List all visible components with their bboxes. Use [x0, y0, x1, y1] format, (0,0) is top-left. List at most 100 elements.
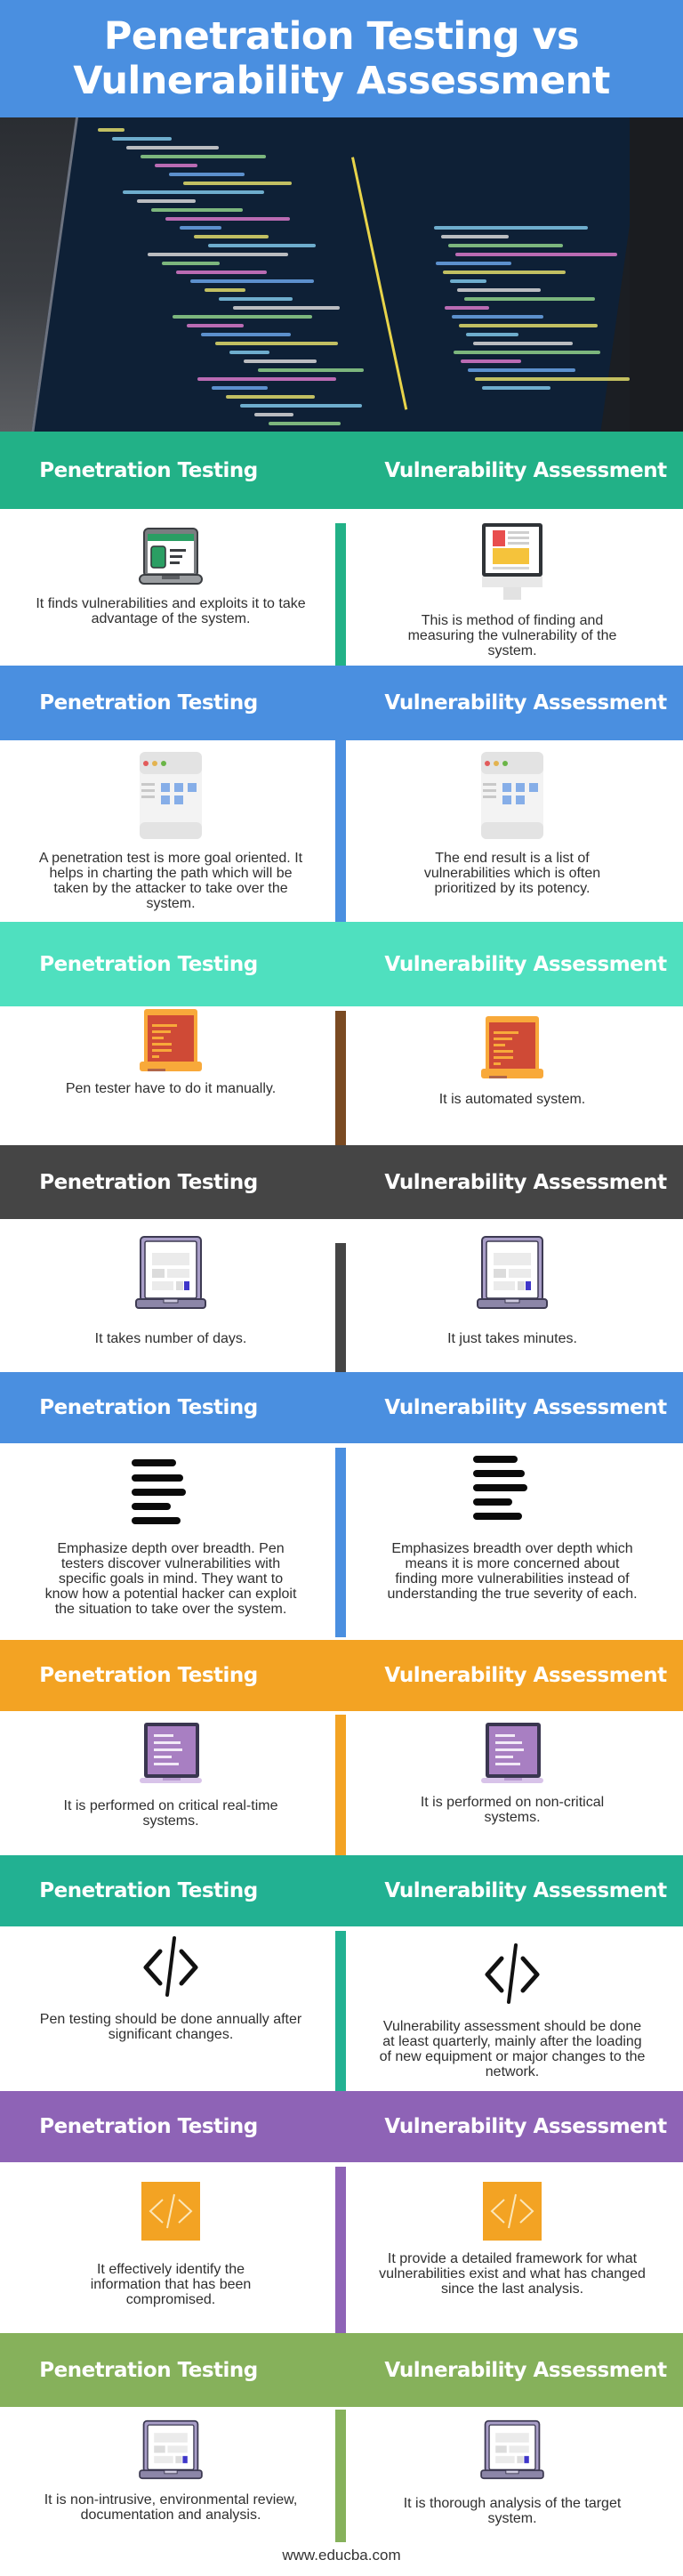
code-line: [194, 235, 269, 238]
code-line: [197, 377, 336, 381]
section-4-right: It just takes minutes.: [342, 1235, 683, 1346]
code-line: [454, 351, 600, 354]
code-line: [461, 359, 521, 363]
title-line-2: Vulnerability Assessment: [73, 59, 610, 103]
code-line: [473, 342, 573, 345]
laptop-green-icon: [139, 528, 203, 585]
section-2-left: A penetration test is more goal oriented…: [0, 751, 342, 911]
column-header-vulnerability: Vulnerability Assessment: [384, 952, 667, 976]
column-header-penetration: Penetration Testing: [39, 2115, 258, 2138]
section-5-right: Emphasizes breadth over depth which mean…: [342, 1454, 683, 1602]
section-5-right-text: Emphasizes breadth over depth which mean…: [387, 1541, 638, 1602]
column-header-penetration: Penetration Testing: [39, 2358, 258, 2382]
code-line: [226, 395, 315, 399]
code-line: [137, 199, 196, 203]
desktop-monitor-icon: [482, 523, 542, 600]
code-line: [258, 368, 364, 372]
code-line: [190, 279, 314, 283]
laptop-purple-outline-icon: [477, 1236, 548, 1309]
section-1-body: It finds vulnerabilities and exploits it…: [0, 509, 683, 666]
code-line: [155, 164, 197, 167]
section-9-right: It is thorough analysis of the target sy…: [342, 2419, 683, 2526]
section-5-body: Emphasize depth over breadth. Pen tester…: [0, 1443, 683, 1637]
code-line: [434, 226, 588, 230]
code-line: [219, 297, 293, 301]
code-line: [464, 297, 595, 301]
code-line: [165, 217, 290, 221]
browser-window-icon: [140, 752, 202, 839]
laptop-purple-outline-icon: [135, 1236, 206, 1309]
column-header-vulnerability: Vulnerability Assessment: [384, 2115, 667, 2138]
section-6-header: Penetration Testing Vulnerability Assess…: [0, 1640, 683, 1711]
section-3-right-text: It is automated system.: [438, 1092, 586, 1107]
section-6-body: It is performed on critical real-time sy…: [0, 1711, 683, 1855]
code-tag-icon: [143, 1936, 198, 1997]
column-header-penetration: Penetration Testing: [39, 1879, 258, 1902]
code-line: [455, 253, 617, 256]
code-line: [173, 315, 312, 319]
code-tag-orange-box-icon: [141, 2182, 200, 2241]
section-8-left: It effectively identify the information …: [0, 2182, 342, 2307]
code-line: [254, 413, 293, 416]
column-header-penetration: Penetration Testing: [39, 1170, 258, 1194]
code-line: [229, 351, 269, 354]
code-line: [452, 315, 543, 319]
section-9-body: It is non-intrusive, environmental revie…: [0, 2407, 683, 2547]
code-line: [445, 306, 489, 310]
section-8-right-text: It provide a detailed framework for what…: [379, 2251, 646, 2297]
code-line: [180, 226, 221, 230]
section-4-left-text: It takes number of days.: [94, 1331, 247, 1346]
code-line: [240, 404, 362, 408]
section-8-body: It effectively identify the information …: [0, 2162, 683, 2333]
section-3-header: Penetration Testing Vulnerability Assess…: [0, 922, 683, 1006]
code-line: [212, 386, 268, 390]
section-5-header: Penetration Testing Vulnerability Assess…: [0, 1372, 683, 1443]
code-line: [183, 182, 292, 185]
column-header-penetration: Penetration Testing: [39, 1396, 258, 1419]
code-line: [441, 235, 509, 238]
section-4-header: Penetration Testing Vulnerability Assess…: [0, 1145, 683, 1219]
code-line: [459, 324, 598, 327]
column-header-penetration: Penetration Testing: [39, 952, 258, 976]
code-line: [205, 288, 245, 292]
section-1-right: This is method of finding and measuring …: [342, 521, 683, 658]
laptop-orange-icon: [140, 1009, 202, 1071]
column-header-vulnerability: Vulnerability Assessment: [384, 1664, 667, 1687]
section-8-header: Penetration Testing Vulnerability Assess…: [0, 2091, 683, 2162]
section-8-right: It provide a detailed framework for what…: [342, 2182, 683, 2297]
code-tag-icon: [485, 1943, 540, 2004]
section-9-header: Penetration Testing Vulnerability Assess…: [0, 2333, 683, 2407]
column-header-vulnerability: Vulnerability Assessment: [384, 2358, 667, 2382]
laptop-purple-outline-icon: [480, 2419, 544, 2480]
section-1-left: It finds vulnerabilities and exploits it…: [0, 527, 342, 626]
code-line: [169, 173, 245, 176]
code-line: [475, 377, 630, 381]
code-line: [98, 128, 125, 132]
section-3-left: Pen tester have to do it manually.: [0, 1008, 342, 1096]
section-3-right: It is automated system.: [342, 1015, 683, 1107]
section-5-left: Emphasize depth over breadth. Pen tester…: [0, 1458, 342, 1617]
section-7-left-text: Pen testing should be done annually afte…: [39, 2012, 302, 2042]
laptop-purple-outline-icon: [139, 2419, 203, 2480]
section-2-body: A penetration test is more goal oriented…: [0, 740, 683, 922]
code-line: [187, 324, 244, 327]
code-line: [457, 288, 541, 292]
footer-website: www.educba.com: [282, 2547, 401, 2564]
column-header-vulnerability: Vulnerability Assessment: [384, 1396, 667, 1419]
column-header-vulnerability: Vulnerability Assessment: [384, 458, 667, 482]
section-2-right-text: The end result is a list of vulnerabilit…: [423, 851, 601, 896]
section-6-right-text: It is performed on non-critical systems.: [420, 1795, 605, 1825]
section-2-header: Penetration Testing Vulnerability Assess…: [0, 666, 683, 740]
section-7-header: Penetration Testing Vulnerability Assess…: [0, 1855, 683, 1926]
laptop-orange-icon: [481, 1016, 543, 1078]
laptop-screen: [31, 117, 645, 432]
code-line: [448, 244, 563, 247]
section-1-header: Penetration Testing Vulnerability Assess…: [0, 432, 683, 509]
code-line: [208, 244, 316, 247]
section-4-body: It takes number of days. It just takes m…: [0, 1219, 683, 1372]
code-line: [436, 262, 511, 265]
column-header-penetration: Penetration Testing: [39, 458, 258, 482]
code-line: [176, 271, 267, 274]
section-7-body: Pen testing should be done annually afte…: [0, 1926, 683, 2091]
section-3-body: Pen tester have to do it manually. It is…: [0, 1006, 683, 1145]
